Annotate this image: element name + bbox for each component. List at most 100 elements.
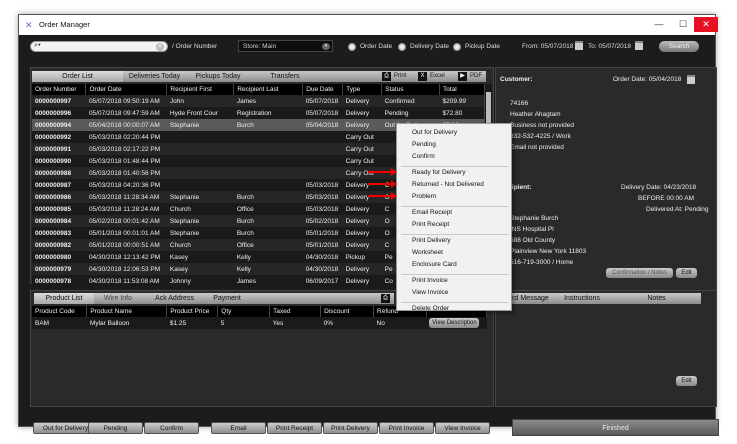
tab-wire-info[interactable]: Wire Info [94,293,142,304]
product-print-button[interactable]: ⎙ [379,293,394,304]
print-invoice-button[interactable]: Print Invoice [379,422,434,434]
printer-icon: ⎙ [382,72,391,81]
finished-button[interactable]: Finished [512,419,719,436]
products-column-header[interactable]: Product Code [32,306,88,317]
print-delivery-button[interactable]: Print Delivery [323,422,378,434]
table-cell: 04/30/2018 [302,263,343,275]
table-cell: Church [166,203,234,215]
orders-column-header[interactable]: Status [381,84,441,95]
print-receipt-button[interactable]: Print Receipt [267,422,322,434]
menu-item-problem[interactable]: Problem [412,193,436,200]
tab-payment[interactable]: Payment [207,293,247,304]
excel-button[interactable]: X Excel [416,71,456,82]
pending-button[interactable]: Pending [88,422,143,434]
card-edit-button[interactable]: Edit [676,376,697,386]
table-row[interactable]: BAM Mylar Balloon $1.25 5 Yes 0% No View Descri… [32,317,487,329]
menu-item-out-for-delivery[interactable]: Out for Delivery [412,129,457,136]
menu-item-ready-for-delivery[interactable]: Ready for Delivery [412,169,465,176]
table-cell: Stephanie [166,227,234,239]
menu-separator [401,166,509,167]
view-invoice-button[interactable]: View Invoice [435,422,490,434]
tab-instructions[interactable]: Instructions [552,293,612,304]
from-calendar-icon[interactable] [575,41,583,50]
email-button[interactable]: Email [211,422,266,434]
products-column-header[interactable]: Taxed [269,306,322,317]
order-number-label: / Order Number [172,43,218,50]
table-cell: Delivery [342,95,382,107]
menu-item-print-delivery[interactable]: Print Delivery [412,237,451,244]
table-cell: 05/03/2018 02:17:22 PM [85,143,167,155]
table-cell: Delivery [342,239,382,251]
view-description-button[interactable]: View Description [429,318,480,328]
table-cell [302,155,343,167]
orders-column-header[interactable]: Due Date [302,84,344,95]
table-row[interactable]: 0000000997 05/07/2018 09:50:19 AM John Jame… [32,95,486,107]
tab-transfers[interactable]: Transfers [250,71,320,82]
to-calendar-icon[interactable] [635,41,643,50]
clear-search-icon[interactable]: ✕ [156,43,164,51]
tab-spacer [320,71,380,82]
table-cell: 0000000988 [32,167,86,179]
table-cell: Kelly [233,251,303,263]
menu-item-enclosure-card[interactable]: Enclosure Card [412,261,457,268]
radio-delivery-date[interactable] [398,43,406,51]
menu-separator [401,274,509,275]
orders-column-header[interactable]: Order Number [32,84,87,95]
radio-order-date[interactable] [348,43,356,51]
orders-column-header[interactable]: Type [342,84,383,95]
table-cell: Pickup [342,251,382,263]
tab-product-list[interactable]: Product List [34,293,94,304]
table-cell: 0000000985 [32,203,86,215]
table-cell: 05/03/2018 [302,191,343,203]
orders-column-header[interactable]: Recipient Last [233,84,304,95]
menu-item-email-receipt[interactable]: Email Receipt [412,209,452,216]
table-cell: 0000000984 [32,215,86,227]
table-cell: 05/01/2018 [302,227,343,239]
search-button[interactable]: Search [659,41,699,52]
menu-item-print-invoice[interactable]: Print Invoice [412,277,448,284]
tab-order-list[interactable]: Order List [32,71,123,82]
products-column-header[interactable]: Discount [320,306,375,317]
tab-pickups-today[interactable]: Pickups Today [186,71,250,82]
pdf-button[interactable]: ▶ PDF [456,71,486,82]
table-cell: 0% [320,317,374,329]
table-cell: 04/30/2018 [302,251,343,263]
tab-ack-address[interactable]: Ack Address [142,293,207,304]
maximize-button[interactable]: ☐ [671,17,695,32]
products-column-header[interactable]: Product Price [166,306,219,317]
table-cell: 0000000994 [32,119,86,131]
recipient-line: INS Hospital Pl [510,226,554,233]
orders-column-header[interactable]: Order Date [85,84,168,95]
radio-pickup-date[interactable] [453,43,461,51]
close-button[interactable]: ✕ [694,17,718,32]
menu-item-returned-not-delivered[interactable]: Returned - Not Delivered [412,181,484,188]
print-button[interactable]: ⎙ Print [380,71,416,82]
menu-item-worksheet[interactable]: Worksheet [412,249,443,256]
confirmation-notes-button[interactable]: Confirmation / Notes [606,268,673,278]
context-menu: Out for Delivery Pending Confirm Ready for … [396,123,512,312]
menu-item-confirm[interactable]: Confirm [412,153,435,160]
menu-item-pending[interactable]: Pending [412,141,436,148]
tab-notes[interactable]: Notes [612,293,701,304]
order-date-calendar-icon[interactable] [687,75,695,84]
table-cell: Carry Out [342,131,382,143]
table-cell: Office [233,239,303,251]
products-column-header[interactable]: Qty [217,306,271,317]
tab-deliveries-today[interactable]: Deliveries Today [123,71,186,82]
store-select[interactable]: Store: Main ▾ [238,40,333,52]
menu-item-view-invoice[interactable]: View Invoice [412,289,448,296]
table-cell: Stephanie [166,191,234,203]
orders-column-header[interactable]: Recipient First [166,84,235,95]
recipient-line: Plainview New York 11803 [510,248,587,255]
table-cell: Kasey [166,263,234,275]
minimize-button[interactable]: — [647,17,671,32]
table-row[interactable]: 0000000996 05/07/2018 09:47:59 AM Hyde Fro… [32,107,486,119]
confirm-button[interactable]: Confirm [144,422,199,434]
orders-column-header[interactable]: Total [439,84,486,95]
menu-item-delete-order[interactable]: Delete Order [412,305,449,312]
menu-item-print-receipt[interactable]: Print Receipt [412,221,449,228]
search-input[interactable]: ⌕▾ ✕ [30,41,168,52]
table-cell [233,179,303,191]
recipient-edit-button[interactable]: Edit [676,268,697,278]
products-column-header[interactable]: Product Name [86,306,168,317]
